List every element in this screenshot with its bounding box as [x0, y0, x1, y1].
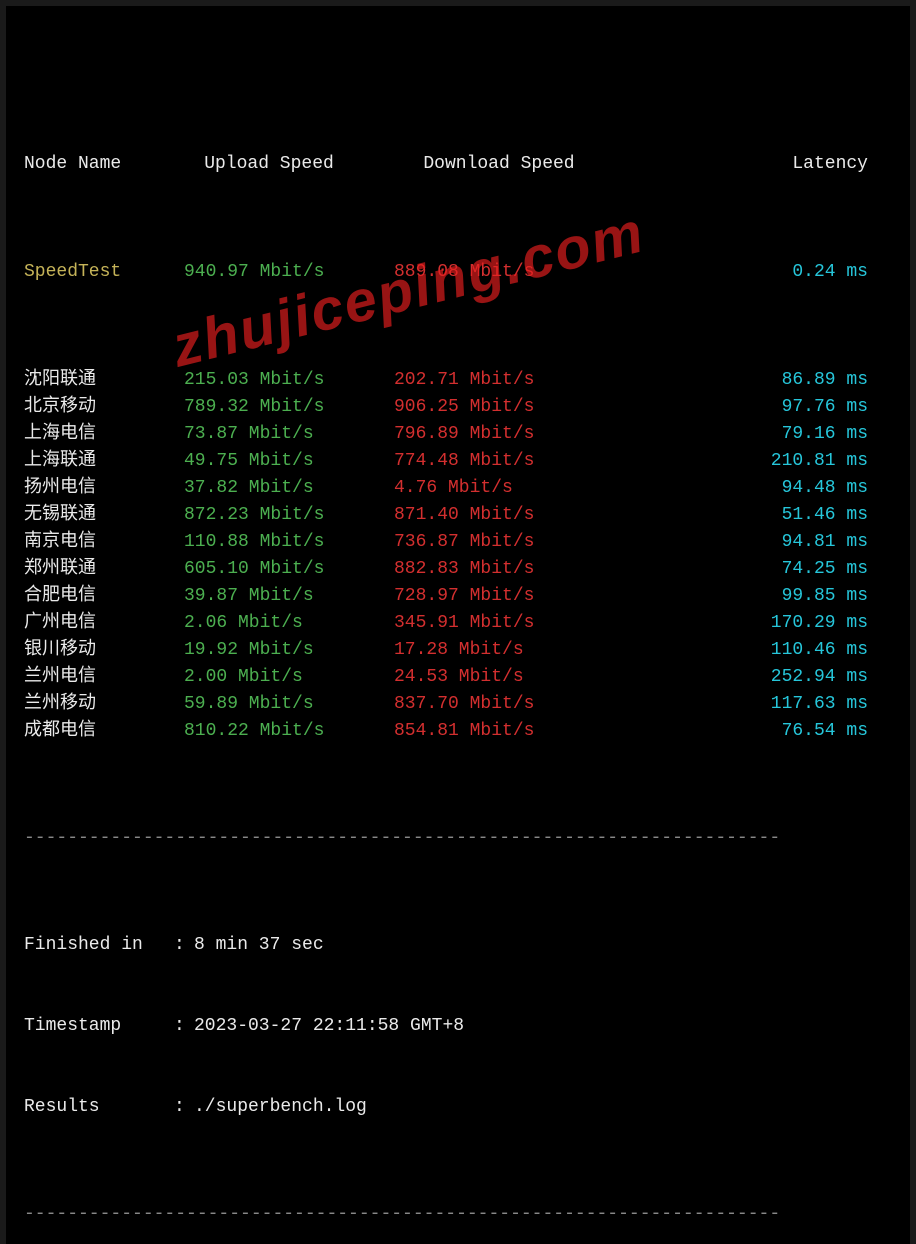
upload-speed: 73.87 Mbit/s: [184, 421, 394, 448]
latency-value: 79.16 ms: [624, 421, 892, 448]
latency-value: 86.89 ms: [624, 367, 892, 394]
upload-speed: 19.92 Mbit/s: [184, 637, 394, 664]
node-name: 兰州电信: [24, 664, 184, 691]
latency-value: 117.63 ms: [624, 691, 892, 718]
table-row: 合肥电信39.87 Mbit/s728.97 Mbit/s99.85 ms: [24, 583, 892, 610]
table-row: 成都电信810.22 Mbit/s854.81 Mbit/s76.54 ms: [24, 718, 892, 745]
speedtest-row: SpeedTest 940.97 Mbit/s 889.08 Mbit/s 0.…: [24, 259, 892, 286]
table-row: 无锡联通872.23 Mbit/s871.40 Mbit/s51.46 ms: [24, 502, 892, 529]
download-speed: 736.87 Mbit/s: [394, 529, 624, 556]
latency-value: 94.81 ms: [624, 529, 892, 556]
download-speed: 871.40 Mbit/s: [394, 502, 624, 529]
download-speed: 854.81 Mbit/s: [394, 718, 624, 745]
header-latency: Latency: [624, 151, 892, 178]
download-speed: 24.53 Mbit/s: [394, 664, 624, 691]
meta-results: Results : ./superbench.log: [24, 1094, 892, 1121]
results-label: Results: [24, 1094, 174, 1121]
meta-finished: Finished in : 8 min 37 sec: [24, 932, 892, 959]
node-name: 兰州移动: [24, 691, 184, 718]
latency-value: 74.25 ms: [624, 556, 892, 583]
download-speed: 4.76 Mbit/s: [394, 475, 624, 502]
meta-colon: :: [174, 1013, 194, 1040]
table-row: 银川移动19.92 Mbit/s17.28 Mbit/s110.46 ms: [24, 637, 892, 664]
upload-speed: 59.89 Mbit/s: [184, 691, 394, 718]
table-row: 广州电信2.06 Mbit/s345.91 Mbit/s170.29 ms: [24, 610, 892, 637]
meta-timestamp: Timestamp : 2023-03-27 22:11:58 GMT+8: [24, 1013, 892, 1040]
table-header-row: Node Name Upload Speed Download Speed La…: [24, 151, 892, 178]
download-speed: 837.70 Mbit/s: [394, 691, 624, 718]
table-row: 兰州移动59.89 Mbit/s837.70 Mbit/s117.63 ms: [24, 691, 892, 718]
node-name: 沈阳联通: [24, 367, 184, 394]
latency-value: 99.85 ms: [624, 583, 892, 610]
node-name: 银川移动: [24, 637, 184, 664]
node-name: 成都电信: [24, 718, 184, 745]
terminal-output: zhujiceping.com Node Name Upload Speed D…: [6, 6, 910, 1244]
finished-value: 8 min 37 sec: [194, 932, 324, 959]
header-download: Download Speed: [394, 151, 624, 178]
node-name: 上海电信: [24, 421, 184, 448]
header-node-name: Node Name: [24, 151, 184, 178]
download-speed: 728.97 Mbit/s: [394, 583, 624, 610]
upload-speed: 605.10 Mbit/s: [184, 556, 394, 583]
table-row: 沈阳联通215.03 Mbit/s202.71 Mbit/s86.89 ms: [24, 367, 892, 394]
results-value: ./superbench.log: [194, 1094, 367, 1121]
download-speed: 345.91 Mbit/s: [394, 610, 624, 637]
table-row: 郑州联通605.10 Mbit/s882.83 Mbit/s74.25 ms: [24, 556, 892, 583]
upload-speed: 872.23 Mbit/s: [184, 502, 394, 529]
timestamp-label: Timestamp: [24, 1013, 174, 1040]
upload-speed: 789.32 Mbit/s: [184, 394, 394, 421]
upload-speed: 2.00 Mbit/s: [184, 664, 394, 691]
node-name: 郑州联通: [24, 556, 184, 583]
table-row: 兰州电信2.00 Mbit/s24.53 Mbit/s252.94 ms: [24, 664, 892, 691]
upload-speed: 37.82 Mbit/s: [184, 475, 394, 502]
upload-speed: 49.75 Mbit/s: [184, 448, 394, 475]
latency-value: 210.81 ms: [624, 448, 892, 475]
divider-line: ----------------------------------------…: [24, 1202, 892, 1227]
latency-value: 97.76 ms: [624, 394, 892, 421]
divider-line: ----------------------------------------…: [24, 826, 892, 851]
latency-value: 51.46 ms: [624, 502, 892, 529]
latency-value: 94.48 ms: [624, 475, 892, 502]
node-name: 广州电信: [24, 610, 184, 637]
latency-value: 252.94 ms: [624, 664, 892, 691]
upload-speed: 215.03 Mbit/s: [184, 367, 394, 394]
download-speed: 17.28 Mbit/s: [394, 637, 624, 664]
download-speed: 796.89 Mbit/s: [394, 421, 624, 448]
speedtest-name: SpeedTest: [24, 259, 184, 286]
finished-label: Finished in: [24, 932, 174, 959]
meta-colon: :: [174, 1094, 194, 1121]
download-speed: 202.71 Mbit/s: [394, 367, 624, 394]
timestamp-value: 2023-03-27 22:11:58 GMT+8: [194, 1013, 464, 1040]
upload-speed: 810.22 Mbit/s: [184, 718, 394, 745]
upload-speed: 39.87 Mbit/s: [184, 583, 394, 610]
table-row: 北京移动789.32 Mbit/s906.25 Mbit/s97.76 ms: [24, 394, 892, 421]
download-speed: 774.48 Mbit/s: [394, 448, 624, 475]
speedtest-download: 889.08 Mbit/s: [394, 259, 624, 286]
table-row: 上海联通49.75 Mbit/s774.48 Mbit/s210.81 ms: [24, 448, 892, 475]
node-name: 北京移动: [24, 394, 184, 421]
table-row: 南京电信110.88 Mbit/s736.87 Mbit/s94.81 ms: [24, 529, 892, 556]
table-row: 扬州电信37.82 Mbit/s4.76 Mbit/s94.48 ms: [24, 475, 892, 502]
speedtest-upload: 940.97 Mbit/s: [184, 259, 394, 286]
upload-speed: 2.06 Mbit/s: [184, 610, 394, 637]
latency-value: 170.29 ms: [624, 610, 892, 637]
node-name: 合肥电信: [24, 583, 184, 610]
table-row: 上海电信73.87 Mbit/s796.89 Mbit/s79.16 ms: [24, 421, 892, 448]
header-upload: Upload Speed: [184, 151, 394, 178]
meta-colon: :: [174, 932, 194, 959]
download-speed: 882.83 Mbit/s: [394, 556, 624, 583]
node-name: 南京电信: [24, 529, 184, 556]
node-name: 扬州电信: [24, 475, 184, 502]
download-speed: 906.25 Mbit/s: [394, 394, 624, 421]
speedtest-latency: 0.24 ms: [624, 259, 892, 286]
latency-value: 110.46 ms: [624, 637, 892, 664]
upload-speed: 110.88 Mbit/s: [184, 529, 394, 556]
latency-value: 76.54 ms: [624, 718, 892, 745]
node-name: 无锡联通: [24, 502, 184, 529]
node-name: 上海联通: [24, 448, 184, 475]
watermark-text: zhujiceping.com: [163, 189, 654, 391]
